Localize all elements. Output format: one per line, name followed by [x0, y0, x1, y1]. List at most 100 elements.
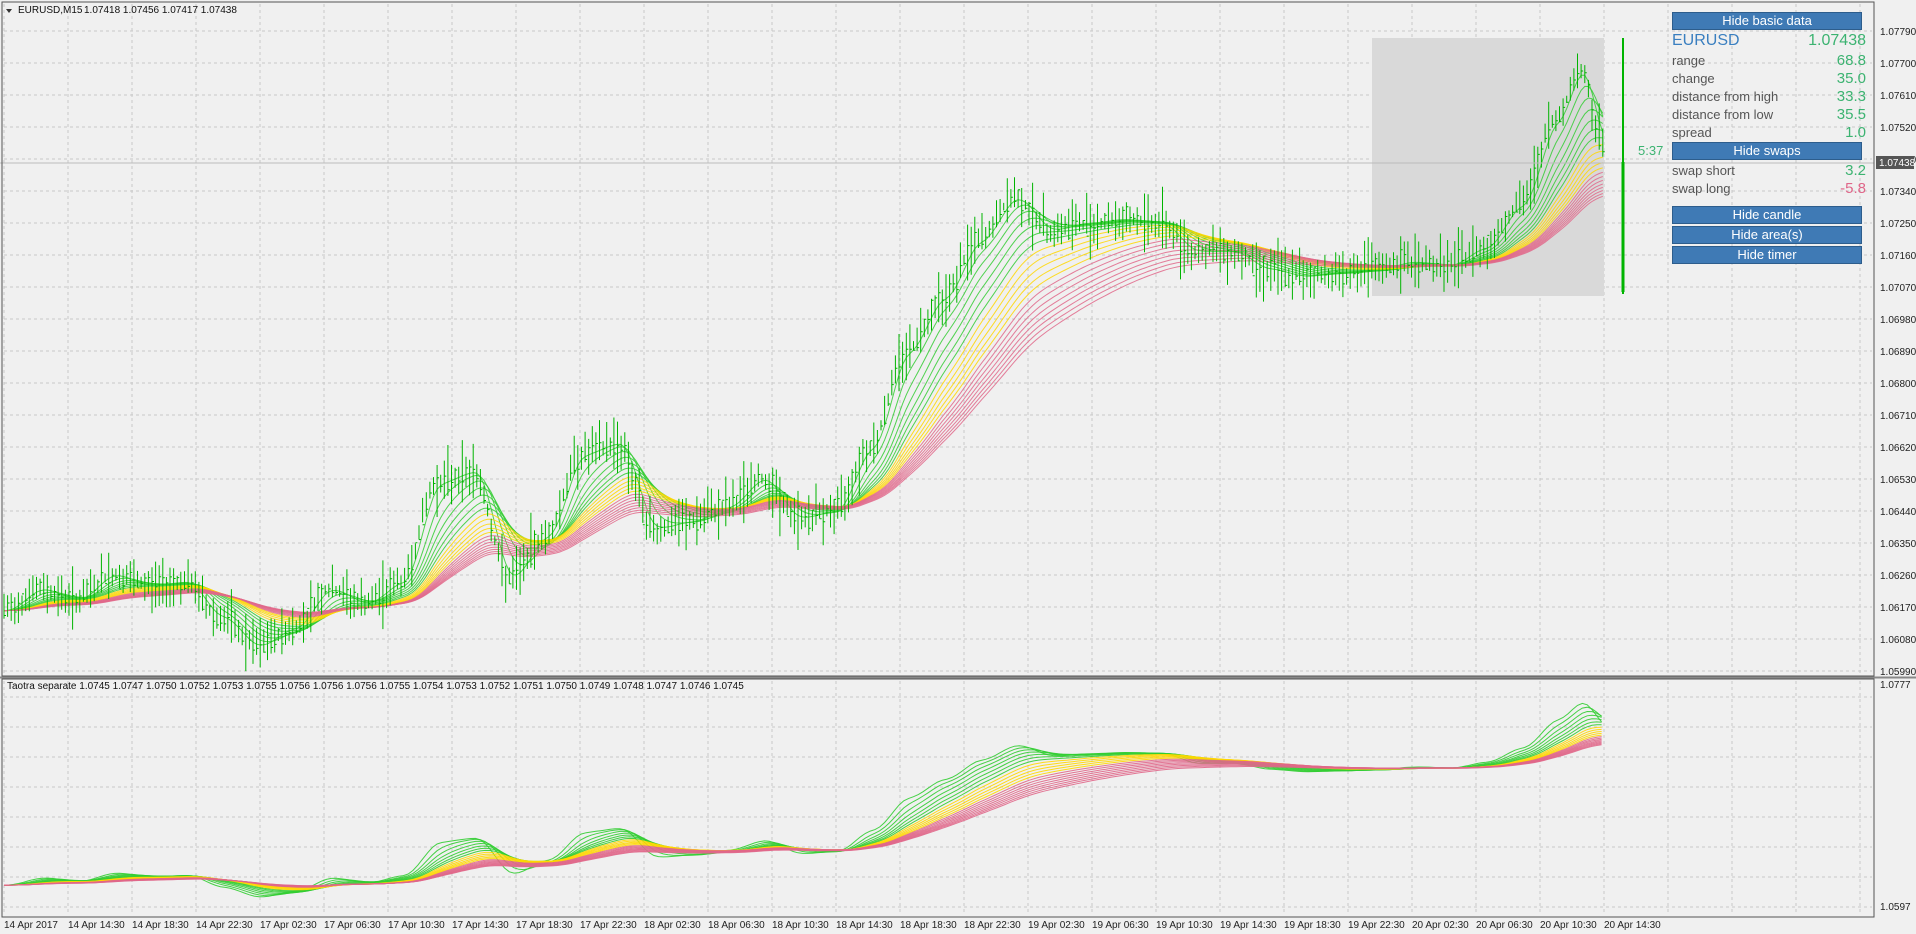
time-axis-label: 20 Apr 14:30 — [1604, 920, 1661, 931]
time-axis-label: 19 Apr 22:30 — [1348, 920, 1405, 931]
ribbon-line — [3, 137, 1603, 627]
price-axis-label: 1.06980 — [1880, 315, 1916, 326]
ribbon-separate — [3, 702, 1602, 898]
separate-ribbon-line — [4, 714, 1602, 894]
ribbon-line — [3, 162, 1603, 621]
ribbon-line — [3, 97, 1604, 639]
ribbon-line — [3, 156, 1603, 622]
ribbon-line — [3, 74, 1604, 646]
sub-scale-low: 1.0597 — [1880, 902, 1911, 913]
ribbon-line — [3, 183, 1603, 615]
ribbon-line — [3, 167, 1603, 619]
swap-label: swap short — [1672, 163, 1735, 178]
time-axis-label: 19 Apr 18:30 — [1284, 920, 1341, 931]
time-axis-label: 18 Apr 18:30 — [900, 920, 957, 931]
time-axis-label: 19 Apr 06:30 — [1092, 920, 1149, 931]
ohlc-bars — [3, 53, 1605, 672]
symbol-row: EURUSD 1.07438 — [1672, 32, 1866, 52]
time-axis-label: 20 Apr 10:30 — [1540, 920, 1597, 931]
separate-ribbon-line — [4, 742, 1602, 887]
symbol-name: EURUSD — [1672, 32, 1740, 49]
price-axis-label: 1.07700 — [1880, 59, 1916, 70]
stat-row-change: change 35.0 — [1672, 70, 1866, 88]
time-axis-label: 17 Apr 14:30 — [452, 920, 509, 931]
sub-scale-high: 1.0777 — [1880, 680, 1911, 691]
price-axis-label: 1.07610 — [1880, 91, 1916, 102]
stat-value: 35.5 — [1836, 106, 1866, 123]
stat-label: spread — [1672, 125, 1712, 140]
swap-row-long: swap long -5.8 — [1672, 180, 1866, 198]
price-bars — [3, 53, 1605, 672]
ribbon-line — [3, 190, 1603, 614]
ribbon-line — [3, 195, 1603, 613]
separate-ribbon-line — [4, 721, 1602, 892]
separate-ribbon-line — [4, 718, 1602, 893]
time-axis-label: 18 Apr 22:30 — [964, 920, 1021, 931]
time-axis-label: 14 Apr 22:30 — [196, 920, 253, 931]
time-axis-label: 18 Apr 14:30 — [836, 920, 893, 931]
hide-areas-button[interactable]: Hide area(s) — [1672, 226, 1862, 244]
hide-timer-button[interactable]: Hide timer — [1672, 246, 1862, 264]
ribbon-line — [3, 108, 1604, 635]
stat-value: 68.8 — [1836, 52, 1866, 69]
hide-candle-button[interactable]: Hide candle — [1672, 206, 1862, 224]
time-axis-label: 18 Apr 02:30 — [644, 920, 701, 931]
ribbon-line — [3, 128, 1603, 629]
price-chart[interactable]: EURUSD,M15 1.07418 1.07456 1.07417 1.074… — [0, 0, 1916, 934]
separate-ribbon-line — [3, 702, 1602, 898]
swap-row-short: swap short 3.2 — [1672, 162, 1866, 180]
current-price-tag-label: 1.07438 — [1879, 158, 1916, 169]
separate-ribbon-line — [4, 736, 1602, 888]
indicator-title: Taotra separate 1.0745 1.0747 1.0750 1.0… — [7, 681, 744, 692]
ribbon-line — [3, 85, 1604, 643]
ribbon-line — [3, 144, 1603, 625]
dropdown-triangle-icon[interactable] — [6, 9, 12, 13]
stat-value: 1.0 — [1845, 124, 1866, 141]
separate-ribbon-line — [3, 706, 1602, 897]
price-axis-label: 1.06260 — [1880, 571, 1916, 582]
time-axis-label: 19 Apr 10:30 — [1156, 920, 1213, 931]
time-axis-label: 20 Apr 02:30 — [1412, 920, 1469, 931]
ribbon-main — [3, 74, 1604, 646]
separate-ribbon-line — [4, 743, 1602, 887]
price-axis-label: 1.05990 — [1880, 667, 1916, 678]
time-axis-label: 14 Apr 14:30 — [68, 920, 125, 931]
separate-ribbon-line — [4, 734, 1602, 889]
separate-ribbon-line — [4, 726, 1602, 891]
stat-row-distance-high: distance from high 33.3 — [1672, 88, 1866, 106]
stat-label: distance from low — [1672, 107, 1774, 122]
price-axis-label: 1.07340 — [1880, 187, 1916, 198]
time-axis-label: 14 Apr 18:30 — [132, 920, 189, 931]
stat-row-range: range 68.8 — [1672, 52, 1866, 70]
time-axis-label: 18 Apr 10:30 — [772, 920, 829, 931]
price-axis: 1.077901.077001.076101.075201.074301.073… — [1880, 27, 1916, 678]
price-axis-label: 1.06080 — [1880, 635, 1916, 646]
stat-label: distance from high — [1672, 89, 1779, 104]
separate-ribbon-line — [4, 731, 1602, 890]
price-axis-label: 1.07790 — [1880, 27, 1916, 38]
hide-swaps-button[interactable]: Hide swaps — [1672, 142, 1862, 160]
info-panel: Hide basic data EURUSD 1.07438 range 68.… — [1672, 12, 1866, 266]
time-axis-label: 18 Apr 06:30 — [708, 920, 765, 931]
separate-ribbon-line — [4, 744, 1602, 887]
price-axis-label: 1.06170 — [1880, 603, 1916, 614]
swap-value: 3.2 — [1845, 162, 1866, 179]
hide-basic-data-button[interactable]: Hide basic data — [1672, 12, 1862, 30]
stat-row-spread: spread 1.0 — [1672, 124, 1866, 142]
ribbon-line — [3, 186, 1603, 615]
separate-ribbon-line — [4, 741, 1602, 887]
time-axis-label: 17 Apr 06:30 — [324, 920, 381, 931]
price-axis-label: 1.06890 — [1880, 347, 1916, 358]
time-axis-label: 19 Apr 02:30 — [1028, 920, 1085, 931]
price-axis-label: 1.06710 — [1880, 411, 1916, 422]
price-axis-label: 1.06440 — [1880, 507, 1916, 518]
separate-ribbon-line — [4, 737, 1602, 888]
ribbon-line — [3, 119, 1604, 632]
time-axis: 14 Apr 2017 14 Apr 14:30 14 Apr 18:30 14 Ap… — [4, 920, 1661, 931]
separate-ribbon-line — [4, 740, 1602, 887]
candle-timer: 5:37 — [1638, 143, 1664, 158]
sub-chart-frame — [1, 678, 1875, 918]
time-axis-label: 17 Apr 18:30 — [516, 920, 573, 931]
price-axis-label: 1.07250 — [1880, 219, 1916, 230]
stat-label: change — [1672, 71, 1715, 86]
